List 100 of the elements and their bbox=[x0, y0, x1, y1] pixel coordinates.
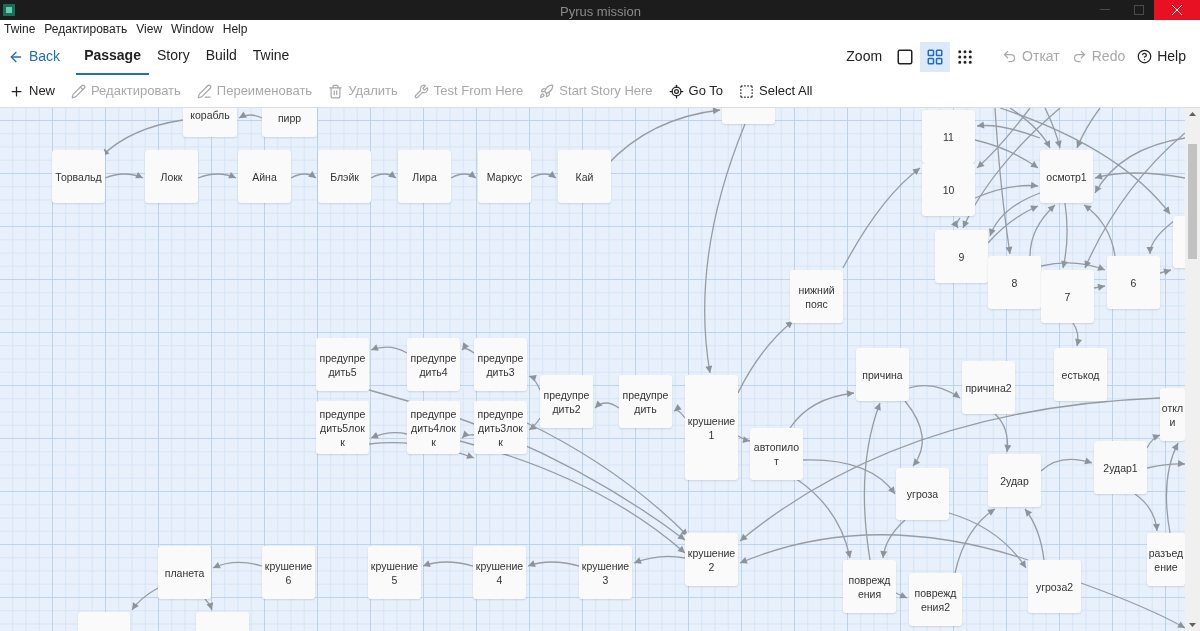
passage-card[interactable]: 10 bbox=[922, 163, 975, 216]
passage-card[interactable]: поврежд ения bbox=[843, 560, 896, 613]
passage-card[interactable]: осмотр1 bbox=[1040, 150, 1093, 203]
link-arrow bbox=[104, 171, 144, 179]
tab[interactable]: Twine bbox=[244, 38, 298, 75]
passage-card[interactable]: 2удар1 bbox=[1094, 441, 1147, 494]
passage-card[interactable]: корабль bbox=[183, 108, 237, 137]
passage-card[interactable]: естькод bbox=[1054, 348, 1107, 401]
menu-item[interactable]: Twine bbox=[4, 20, 36, 38]
menu-item[interactable]: View bbox=[136, 20, 163, 38]
passage-card[interactable]: пирр bbox=[262, 108, 317, 137]
maximize-icon[interactable] bbox=[1134, 5, 1144, 15]
passage-title: предупре дить bbox=[622, 387, 669, 416]
link-arrow bbox=[370, 171, 397, 179]
passage-card[interactable]: угроза bbox=[896, 468, 949, 520]
passage-card[interactable]: 8 bbox=[988, 256, 1041, 309]
link-arrow bbox=[461, 342, 475, 354]
passage-title: Локк bbox=[160, 169, 183, 184]
menu-item[interactable]: Редактировать bbox=[44, 20, 128, 38]
passage-card[interactable]: разъед ение bbox=[1147, 533, 1185, 586]
crosshair-icon bbox=[668, 83, 684, 99]
passage-card[interactable]: предупре дить5 bbox=[316, 338, 369, 391]
passage-title: 9 bbox=[958, 249, 965, 264]
tab[interactable]: Build bbox=[197, 38, 245, 75]
passage-title: угроза2 bbox=[1035, 579, 1074, 594]
passage-card[interactable]: планета bbox=[158, 546, 211, 599]
wrench-icon bbox=[413, 83, 429, 99]
toolbar-button[interactable]: Select All bbox=[734, 81, 818, 101]
history-button[interactable]: Help bbox=[1131, 46, 1192, 67]
passage-card[interactable]: 2удар bbox=[988, 454, 1041, 507]
passage-card[interactable]: причина2 bbox=[962, 361, 1015, 414]
passage-card[interactable]: крушение 4 bbox=[473, 546, 526, 599]
passage-card[interactable]: крушение 3 bbox=[579, 546, 632, 599]
dots-grid-icon bbox=[956, 47, 975, 66]
menu-item[interactable]: Help bbox=[222, 20, 248, 38]
passage-title: поврежд ения2 bbox=[914, 585, 957, 614]
passage-card[interactable]: 6 bbox=[1107, 256, 1160, 309]
passage-title: угроза bbox=[906, 487, 939, 501]
redo-icon bbox=[1071, 49, 1087, 64]
passage-card[interactable]: Лира bbox=[398, 150, 451, 203]
passage-title: предупре дить4 bbox=[410, 350, 457, 379]
passage-card[interactable]: крушение 1 bbox=[685, 375, 738, 480]
passage-card[interactable]: крушение 6 bbox=[262, 546, 315, 599]
passage-card[interactable]: 7 bbox=[1041, 270, 1094, 323]
passage-title: разъед ение bbox=[1148, 545, 1184, 574]
passage-title: крушение 4 bbox=[475, 558, 524, 587]
passage-card[interactable]: Блэйк bbox=[318, 150, 371, 203]
passage-title: планета bbox=[164, 565, 205, 580]
passage-title: пирр bbox=[277, 110, 302, 125]
passage-card[interactable]: Торвальд bbox=[52, 150, 105, 203]
passage-card[interactable]: поврежд ения2 bbox=[909, 573, 962, 626]
close-button[interactable] bbox=[1154, 0, 1200, 20]
passage-title: Маркус bbox=[486, 169, 523, 184]
rocket-icon bbox=[539, 83, 555, 99]
tab[interactable]: Passage bbox=[76, 38, 149, 75]
pen-icon bbox=[196, 83, 212, 99]
passage-card[interactable]: нижний пояс bbox=[790, 270, 843, 323]
link-arrow bbox=[238, 111, 263, 119]
passage-card[interactable]: угроза2 bbox=[1028, 560, 1081, 613]
passage-title: 8 bbox=[1011, 275, 1018, 290]
passage-card[interactable]: Кай bbox=[558, 150, 611, 203]
passage-card[interactable]: предупре дить bbox=[619, 375, 672, 428]
toolbar-button[interactable]: Go To bbox=[663, 81, 728, 101]
passage-card[interactable]: 9 bbox=[935, 230, 988, 283]
passage-title: крушение 1 bbox=[687, 413, 736, 442]
window-title: Pyrus mission bbox=[560, 3, 641, 21]
toolbar-button[interactable]: New bbox=[4, 81, 60, 101]
passage-card[interactable]: причина bbox=[856, 348, 909, 401]
passage-title: Айна bbox=[252, 169, 277, 184]
link-arrow bbox=[197, 171, 237, 179]
passage-card[interactable]: крушение 5 bbox=[368, 546, 421, 599]
link-arrow bbox=[422, 560, 474, 567]
passage-card[interactable]: крушение 2 bbox=[685, 533, 738, 586]
passage-card[interactable]: 11 bbox=[922, 110, 975, 163]
passage-card[interactable]: Айна bbox=[238, 150, 291, 203]
passage-card[interactable]: Локк bbox=[145, 150, 198, 203]
undo-icon bbox=[1002, 49, 1018, 64]
link-arrow bbox=[450, 171, 477, 179]
back-button[interactable]: Back bbox=[8, 38, 61, 75]
passage-title: нижний пояс bbox=[798, 282, 835, 311]
passage-title: Кай bbox=[575, 169, 594, 184]
passage-title: автопило т bbox=[753, 440, 800, 468]
menu-item[interactable]: Window bbox=[171, 20, 214, 38]
scrollbar-thumb[interactable] bbox=[1188, 144, 1197, 259]
passage-title: Лира bbox=[412, 169, 437, 184]
passage-title: крушение 3 bbox=[581, 558, 630, 587]
scroll-down-icon[interactable] bbox=[1189, 623, 1196, 627]
passage-card[interactable]: предупре дить2 bbox=[540, 375, 593, 428]
passage-card[interactable]: предупре дить4 bbox=[407, 338, 460, 391]
scroll-up-icon[interactable] bbox=[1189, 112, 1196, 116]
passage-title: предупре дить3 bbox=[477, 350, 524, 379]
passage-title: Торвальд bbox=[55, 169, 102, 184]
passage-title: крушение 2 bbox=[687, 545, 736, 574]
passage-card[interactable]: откл и bbox=[1160, 388, 1185, 441]
dashed-square-icon bbox=[739, 83, 754, 99]
tab[interactable]: Story bbox=[148, 38, 198, 75]
passage-card[interactable]: предупре дить3 bbox=[474, 338, 527, 391]
scrollbar[interactable] bbox=[1185, 108, 1200, 631]
passage-card[interactable]: Маркус bbox=[478, 150, 531, 203]
passage-card[interactable]: автопило т bbox=[750, 428, 803, 480]
